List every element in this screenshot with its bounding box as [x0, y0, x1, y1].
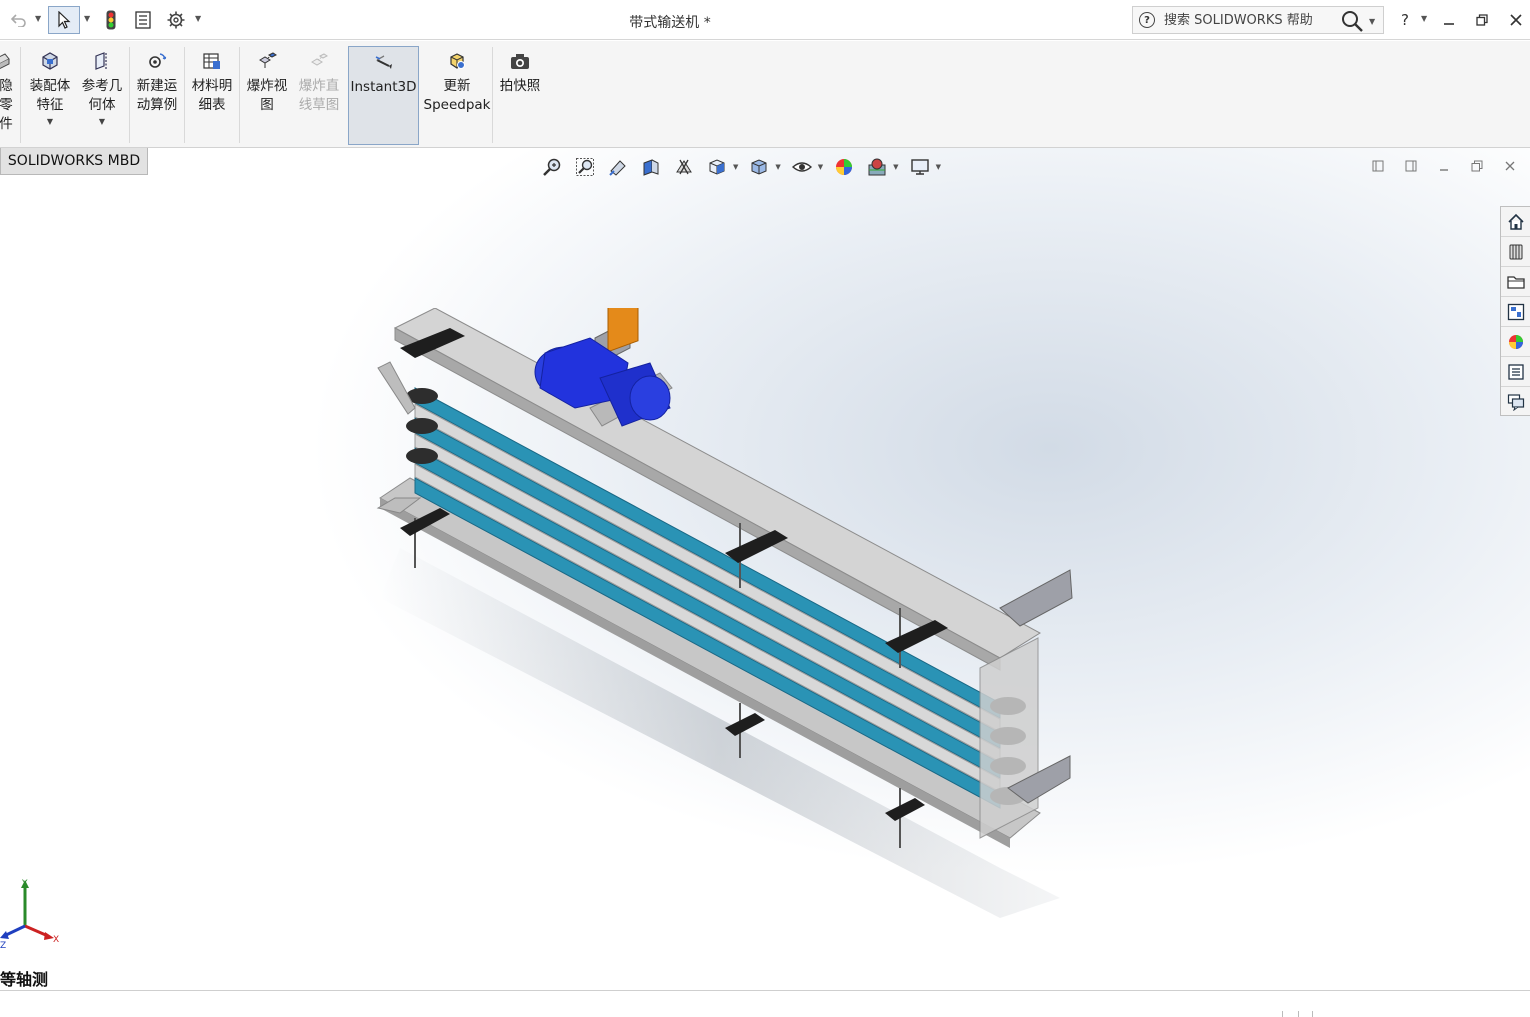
file-explorer-folder-icon[interactable] [1501, 267, 1530, 297]
speedpak-icon [446, 50, 468, 72]
help-circle-icon: ? [1139, 12, 1155, 28]
apply-scene-dropdown-icon[interactable]: ▼ [893, 163, 898, 171]
command-manager-ribbon: 隐 零 件 装配体 特征 ▼ 参考几 何体 ▼ 新建运 动算例 材料明 细表 爆… [0, 41, 1530, 148]
ribbon-separator [20, 47, 21, 143]
hide-components-icon [0, 50, 12, 72]
previous-view-icon[interactable] [607, 156, 629, 178]
viewport-close-icon[interactable] [1500, 156, 1520, 176]
ribbon-update-speedpak-button[interactable]: 更新 Speedpak [423, 46, 491, 144]
ribbon-hide-components-button[interactable]: 隐 零 件 [0, 46, 16, 144]
instant3d-icon [373, 51, 395, 73]
belt-conveyor-3d-model[interactable] [360, 308, 1120, 928]
ribbon-label: 新建运 动算例 [136, 78, 178, 113]
hide-show-items-icon[interactable] [791, 156, 813, 178]
search-icon [1342, 11, 1363, 32]
ribbon-label: 爆炸直 线草图 [298, 78, 340, 113]
close-icon [1510, 14, 1522, 26]
ribbon-label: 隐 零 件 [0, 78, 13, 132]
help-search-input[interactable] [1164, 9, 1334, 31]
custom-properties-icon[interactable] [1501, 357, 1530, 387]
view-palette-icon[interactable] [1501, 297, 1530, 327]
explode-line-sketch-icon [308, 50, 330, 72]
camera-icon [509, 50, 531, 72]
ribbon-separator [129, 47, 130, 143]
search-button[interactable]: ▼ [1341, 10, 1381, 32]
minimize-window-button[interactable] [1436, 8, 1462, 32]
viewport-restore-icon[interactable] [1467, 156, 1487, 176]
view-settings-dropdown-icon[interactable]: ▼ [936, 163, 941, 171]
design-library-icon[interactable] [1501, 237, 1530, 267]
viewport-minimize-icon[interactable] [1434, 156, 1454, 176]
ribbon-bill-of-materials-button[interactable]: 材料明 细表 [188, 46, 236, 144]
coordinate-triad: Y X Z [0, 879, 59, 948]
view-orientation-icon[interactable] [706, 156, 728, 178]
triad-x-label: X [53, 935, 59, 945]
bill-of-materials-icon [201, 50, 223, 72]
ribbon-take-snapshot-button[interactable]: 拍快照 [496, 46, 544, 144]
ribbon-label: 材料明 细表 [191, 78, 233, 113]
triad-y-label: Y [21, 879, 28, 889]
ribbon-label: 拍快照 [499, 78, 541, 94]
status-divider [1298, 1011, 1299, 1017]
help-question-icon: ? [1401, 11, 1409, 29]
heads-up-view-toolbar: ▼ ▼ ▼ ▼ ▼ [541, 156, 951, 178]
dynamic-annotation-views-icon[interactable] [673, 156, 695, 178]
graphics-viewport[interactable]: ▼ ▼ ▼ ▼ ▼ Y X Z 等轴测 [0, 148, 1530, 990]
viewport-tile-right-icon[interactable] [1401, 156, 1421, 176]
edit-appearance-icon[interactable] [833, 156, 855, 178]
appearances-scenes-icon[interactable] [1501, 327, 1530, 357]
ribbon-label: 更新 Speedpak [423, 78, 491, 113]
help-dropdown-icon[interactable]: ▼ [1421, 14, 1427, 23]
section-view-icon[interactable] [640, 156, 662, 178]
ribbon-exploded-view-button[interactable]: 爆炸视 图 [243, 46, 291, 144]
status-divider [1282, 1011, 1283, 1017]
task-pane-tabs [1500, 206, 1530, 416]
restore-icon [1476, 14, 1488, 26]
tab-solidworks-mbd[interactable]: SOLIDWORKS MBD [0, 148, 148, 175]
close-window-button[interactable] [1503, 8, 1529, 32]
ribbon-label: 参考几 何体 [81, 78, 123, 113]
minimize-icon [1444, 23, 1454, 25]
assembly-features-icon [39, 50, 61, 72]
viewport-tile-left-icon[interactable] [1368, 156, 1388, 176]
ribbon-separator [492, 47, 493, 143]
view-settings-monitor-icon[interactable] [909, 156, 931, 178]
help-menu-button[interactable]: ? [1392, 8, 1418, 32]
forum-chat-icon[interactable] [1501, 387, 1530, 417]
ribbon-label: 装配体 特征 [29, 78, 71, 113]
zoom-to-fit-icon[interactable] [541, 156, 563, 178]
ribbon-assembly-features-button[interactable]: 装配体 特征 ▼ [24, 46, 76, 144]
ribbon-explode-line-sketch-button: 爆炸直 线草图 [293, 46, 345, 144]
title-bar: ▼ ▼ ▼ 带式输送机 * ? ▼ ? ▼ [0, 0, 1530, 40]
motion-study-icon [146, 50, 168, 72]
restore-window-button[interactable] [1469, 8, 1495, 32]
view-orientation-dropdown-icon[interactable]: ▼ [733, 163, 738, 171]
display-style-icon[interactable] [748, 156, 770, 178]
triad-z-label: Z [0, 941, 6, 948]
solidworks-resources-home-icon[interactable] [1501, 207, 1530, 237]
ribbon-separator [239, 47, 240, 143]
zoom-to-area-icon[interactable] [574, 156, 596, 178]
ribbon-dropdown-icon[interactable]: ▼ [99, 117, 105, 126]
reference-geometry-icon [91, 50, 113, 72]
hide-show-dropdown-icon[interactable]: ▼ [818, 163, 823, 171]
display-style-dropdown-icon[interactable]: ▼ [775, 163, 780, 171]
view-orientation-label: 等轴测 [0, 970, 49, 989]
search-dropdown-icon[interactable]: ▼ [1369, 17, 1375, 26]
ribbon-label: 爆炸视 图 [246, 78, 288, 113]
exploded-view-icon [256, 50, 278, 72]
ribbon-dropdown-icon[interactable]: ▼ [47, 117, 53, 126]
ribbon-instant3d-button[interactable]: Instant3D [348, 46, 419, 145]
ribbon-label: Instant3D [350, 79, 417, 95]
ribbon-separator [184, 47, 185, 143]
status-divider [1312, 1011, 1313, 1017]
apply-scene-icon[interactable] [866, 156, 888, 178]
status-bar [0, 990, 1530, 1017]
ribbon-reference-geometry-button[interactable]: 参考几 何体 ▼ [78, 46, 126, 144]
ribbon-new-motion-study-button[interactable]: 新建运 动算例 [133, 46, 181, 144]
help-search-box: ? ▼ [1132, 6, 1384, 34]
